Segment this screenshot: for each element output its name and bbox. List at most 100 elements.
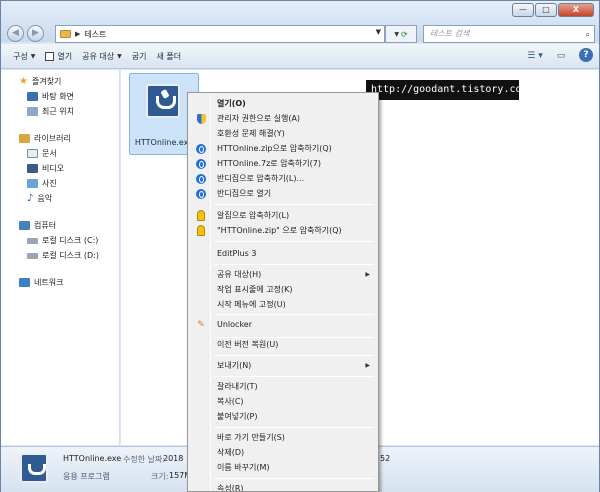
menu-properties[interactable]: 속성(R) bbox=[190, 481, 376, 491]
search-input[interactable]: 테스트 검색 ⌕ bbox=[423, 25, 595, 43]
wand-icon: ✎ bbox=[197, 319, 205, 330]
nav-documents[interactable]: 문서 bbox=[1, 146, 119, 161]
nav-computer[interactable]: 컴퓨터 bbox=[1, 218, 119, 233]
nav-music[interactable]: ♪ 음악 bbox=[1, 191, 119, 206]
menu-run-admin[interactable]: 관리자 권한으로 실행(A) bbox=[190, 111, 376, 126]
nav-documents-label: 문서 bbox=[42, 149, 57, 158]
address-bar[interactable]: ▶ 테스트 ▼ bbox=[55, 25, 385, 43]
bandizip-icon bbox=[196, 158, 206, 169]
share-button[interactable]: 공유 대상 ▼ bbox=[82, 51, 122, 62]
nav-libraries[interactable]: 라이브러리 bbox=[1, 131, 119, 146]
view-options-icon[interactable]: ☰ ▾ bbox=[527, 48, 543, 64]
menu-delete[interactable]: 삭제(D) bbox=[190, 445, 376, 460]
star-icon: ★ bbox=[19, 76, 28, 87]
pictures-icon bbox=[27, 179, 38, 188]
menu-unlocker[interactable]: ✎ Unlocker bbox=[190, 317, 376, 332]
maximize-button[interactable]: □ bbox=[535, 3, 557, 17]
view-controls: ☰ ▾ ▭ ? bbox=[527, 48, 593, 64]
nav-local-c-label: 로컬 디스크 (C:) bbox=[42, 236, 99, 245]
nav-local-d[interactable]: 로컬 디스크 (D:) bbox=[1, 248, 119, 263]
help-icon[interactable]: ? bbox=[579, 48, 593, 62]
nav-videos[interactable]: 비디오 bbox=[1, 161, 119, 176]
open-label: 열기 bbox=[57, 51, 73, 61]
forward-button[interactable]: ▶ bbox=[27, 25, 44, 42]
back-button[interactable]: ◀ bbox=[7, 25, 24, 42]
bandizip-icon bbox=[196, 188, 206, 199]
nav-recent[interactable]: 최근 위치 bbox=[1, 104, 119, 119]
details-file-name: HTTOnline.exe bbox=[63, 454, 122, 463]
navigation-pane: ★ 즐겨찾기 바탕 화면 최근 위치 라이브러리 문서 비디오 사진 ♪ 음악 컴퓨… bbox=[1, 70, 120, 445]
nav-videos-label: 비디오 bbox=[42, 164, 65, 173]
nav-pictures[interactable]: 사진 bbox=[1, 176, 119, 191]
details-size-label: 크기: bbox=[151, 472, 169, 481]
close-button[interactable]: X bbox=[558, 3, 594, 17]
menu-bandi-7z[interactable]: HTTOnline.7z로 압축하기(7) bbox=[190, 156, 376, 171]
breadcrumb-arrow-icon[interactable]: ▶ bbox=[75, 30, 80, 38]
menu-pin-start[interactable]: 시작 메뉴에 고정(U) bbox=[190, 297, 376, 312]
refresh-button[interactable]: ▼ ⟳ bbox=[385, 25, 417, 43]
menu-alzip-zip[interactable]: "HTTOnline.zip" 으로 압축하기(Q) bbox=[190, 223, 376, 238]
nav-local-c[interactable]: 로컬 디스크 (C:) bbox=[1, 233, 119, 248]
recent-places-icon bbox=[27, 107, 38, 116]
organize-button[interactable]: 구성 ▼ bbox=[13, 51, 35, 62]
submenu-arrow-icon: ▶ bbox=[365, 271, 370, 278]
nav-network-label: 네트워크 bbox=[34, 278, 64, 287]
search-icon[interactable]: ⌕ bbox=[586, 27, 590, 43]
menu-bandi-open[interactable]: 반디집으로 열기 bbox=[190, 186, 376, 201]
details-time-fragment: 52 bbox=[380, 454, 391, 463]
menu-open[interactable]: 열기(O) bbox=[190, 96, 376, 111]
minimize-button[interactable]: — bbox=[512, 3, 534, 17]
nav-recent-label: 최근 위치 bbox=[42, 107, 74, 116]
alzip-icon bbox=[197, 225, 205, 236]
nav-desktop-label: 바탕 화면 bbox=[42, 92, 74, 101]
menu-send-to[interactable]: 보내기(N) ▶ bbox=[190, 358, 376, 373]
chevron-down-icon: ▼ bbox=[394, 30, 399, 38]
search-placeholder: 테스트 검색 bbox=[430, 29, 470, 38]
organize-label: 구성 bbox=[13, 51, 28, 61]
menu-paste[interactable]: 붙여넣기(P) bbox=[190, 409, 376, 424]
nav-computer-label: 컴퓨터 bbox=[34, 221, 57, 230]
menu-create-shortcut[interactable]: 바로 가기 만들기(S) bbox=[190, 430, 376, 445]
nav-libraries-label: 라이브러리 bbox=[34, 134, 71, 143]
open-button[interactable]: 열기 bbox=[45, 51, 72, 62]
library-icon bbox=[19, 134, 30, 143]
forward-arrow-icon: ▶ bbox=[32, 28, 39, 38]
nav-network[interactable]: 네트워크 bbox=[1, 275, 119, 290]
burn-button[interactable]: 굽기 bbox=[132, 51, 147, 62]
app-window-icon bbox=[45, 51, 55, 61]
menu-alzip-compress[interactable]: 알집으로 압축하기(L) bbox=[190, 208, 376, 223]
app-file-icon bbox=[20, 453, 48, 483]
menu-copy[interactable]: 복사(C) bbox=[190, 394, 376, 409]
window-controls: — □ X bbox=[512, 3, 594, 17]
menu-share[interactable]: 공유 대상(H) ▶ bbox=[190, 267, 376, 282]
menu-editplus[interactable]: EditPlus 3 bbox=[190, 246, 376, 261]
menu-cut[interactable]: 잘라내기(T) bbox=[190, 379, 376, 394]
nav-favorites[interactable]: ★ 즐겨찾기 bbox=[1, 74, 119, 89]
menu-troubleshoot[interactable]: 호환성 문제 해결(Y) bbox=[190, 126, 376, 141]
music-icon: ♪ bbox=[27, 193, 34, 204]
nav-favorites-label: 즐겨찾기 bbox=[31, 77, 62, 86]
chevron-down-icon: ▼ bbox=[117, 52, 122, 60]
new-folder-label: 새 폴더 bbox=[156, 51, 182, 61]
new-folder-button[interactable]: 새 폴더 bbox=[156, 51, 181, 62]
share-label: 공유 대상 bbox=[82, 51, 115, 61]
watermark: http://goodant.tistory.com bbox=[366, 80, 528, 100]
command-bar: 구성 ▼ 열기 공유 대상 ▼ 굽기 새 폴더 ☰ ▾ ▭ ? bbox=[1, 44, 599, 69]
menu-restore[interactable]: 이전 버전 복원(U) bbox=[190, 337, 376, 352]
nav-music-label: 음악 bbox=[37, 194, 53, 203]
menu-rename[interactable]: 이름 바꾸기(M) bbox=[190, 460, 376, 475]
nav-pictures-label: 사진 bbox=[42, 179, 57, 188]
videos-icon bbox=[27, 164, 38, 173]
menu-bandi-compress[interactable]: 반디집으로 압축하기(L)... bbox=[190, 171, 376, 186]
uac-shield-icon bbox=[196, 113, 206, 124]
app-file-icon bbox=[146, 84, 180, 118]
submenu-arrow-icon: ▶ bbox=[365, 362, 370, 369]
menu-bandi-zip[interactable]: HTTOnline.zip으로 압축하기(Q) bbox=[190, 141, 376, 156]
menu-pin-taskbar[interactable]: 작업 표시줄에 고정(K) bbox=[190, 282, 376, 297]
alzip-icon bbox=[197, 210, 205, 221]
preview-pane-icon[interactable]: ▭ bbox=[553, 48, 569, 64]
breadcrumb-current[interactable]: 테스트 bbox=[84, 29, 106, 40]
refresh-icon: ⟳ bbox=[400, 29, 408, 39]
address-dropdown-icon[interactable]: ▼ bbox=[376, 28, 381, 36]
nav-desktop[interactable]: 바탕 화면 bbox=[1, 89, 119, 104]
